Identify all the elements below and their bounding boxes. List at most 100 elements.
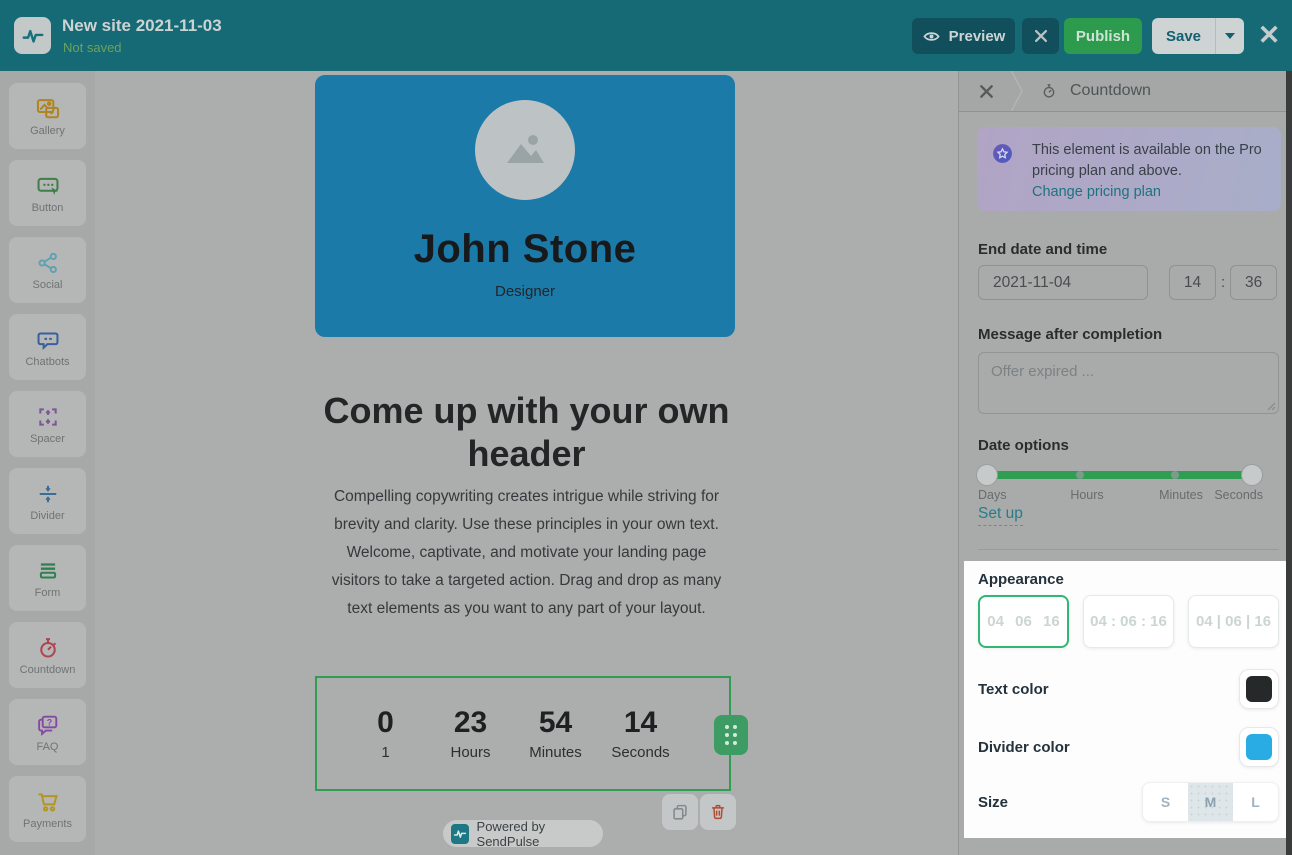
cart-icon bbox=[38, 792, 58, 812]
sidebar-item-payments[interactable]: Payments bbox=[9, 776, 86, 842]
countdown-value: 54 bbox=[538, 706, 573, 739]
sidebar-item-label: Chatbots bbox=[25, 355, 70, 368]
countdown-unit-minutes: 54 Minutes bbox=[513, 706, 598, 761]
preview-button[interactable]: Preview bbox=[912, 18, 1015, 54]
date-options-label: Date options bbox=[978, 437, 1069, 454]
size-row: Size S M L bbox=[978, 782, 1279, 822]
slider-step-minutes bbox=[1171, 471, 1179, 479]
countdown-value: 23 bbox=[453, 706, 488, 739]
elements-sidebar: Gallery Button Social Chatbots Spacer Di… bbox=[0, 71, 95, 855]
sidebar-item-label: Countdown bbox=[19, 663, 76, 676]
countdown-unit-days: 0 1 bbox=[343, 706, 428, 761]
countdown-unit-hours: 23 Hours bbox=[428, 706, 513, 761]
sidebar-item-label: Payments bbox=[23, 817, 72, 830]
slider-track[interactable] bbox=[978, 471, 1263, 479]
countdown-style-options: 04 06 16 04 : 06 : 16 04 | 06 | 16 bbox=[978, 595, 1279, 648]
top-header-bar: New site 2021-11-03 Not saved Preview Pu… bbox=[0, 0, 1292, 71]
sidebar-item-gallery[interactable]: Gallery bbox=[9, 83, 86, 149]
notice-text: This element is available on the Pro pri… bbox=[1032, 142, 1262, 179]
divider-icon bbox=[39, 485, 56, 502]
sidebar-item-countdown[interactable]: Countdown bbox=[9, 622, 86, 688]
copy-icon bbox=[673, 804, 687, 820]
style-option-bars[interactable]: 04 | 06 | 16 bbox=[1188, 595, 1279, 648]
size-option-s[interactable]: S bbox=[1143, 783, 1188, 821]
profile-card-block[interactable]: John Stone Designer bbox=[315, 75, 735, 337]
profile-name: John Stone bbox=[413, 227, 637, 271]
style-option-colons[interactable]: 04 : 06 : 16 bbox=[1083, 595, 1174, 648]
size-segmented-control: S M L bbox=[1142, 782, 1279, 822]
sidebar-item-label: Divider bbox=[30, 509, 65, 522]
canvas-paragraph[interactable]: Compelling copywriting creates intrigue … bbox=[95, 483, 958, 623]
change-pricing-plan-link[interactable]: Change pricing plan bbox=[1032, 184, 1161, 200]
settings-panel: Countdown This element is available on t… bbox=[958, 71, 1286, 855]
publish-button[interactable]: Publish bbox=[1064, 18, 1142, 54]
trash-icon bbox=[712, 804, 724, 820]
divider-color-row: Divider color bbox=[978, 727, 1279, 767]
powered-by-label: Powered by SendPulse bbox=[476, 818, 546, 849]
app-logo[interactable] bbox=[14, 17, 51, 54]
message-label: Message after completion bbox=[978, 326, 1163, 343]
stopwatch-icon bbox=[1040, 82, 1058, 100]
tick-minutes: Minutes bbox=[1159, 488, 1203, 502]
form-icon bbox=[39, 562, 56, 579]
save-button[interactable]: Save bbox=[1152, 18, 1244, 54]
site-title: New site 2021-11-03 bbox=[62, 16, 222, 35]
powered-by-badge[interactable]: Powered by SendPulse bbox=[443, 818, 603, 849]
text-color-row: Text color bbox=[978, 669, 1279, 709]
drag-dots-icon bbox=[725, 725, 737, 745]
avatar[interactable] bbox=[475, 100, 575, 200]
countdown-unit-label: 1 bbox=[381, 744, 390, 761]
end-date-row: : bbox=[978, 265, 1278, 300]
divider-color-swatch bbox=[1246, 734, 1272, 760]
sidebar-item-form[interactable]: Form bbox=[9, 545, 86, 611]
duplicate-element-button[interactable] bbox=[662, 794, 698, 830]
design-tools-button[interactable] bbox=[1022, 18, 1059, 54]
end-hour-input[interactable] bbox=[1169, 265, 1216, 300]
resize-grip-icon[interactable] bbox=[1267, 402, 1276, 411]
panel-scrollbar[interactable] bbox=[1286, 71, 1292, 855]
countdown-element-selected[interactable]: 0 1 23 Hours 54 Minutes 14 Seconds bbox=[315, 676, 731, 791]
sidebar-item-label: Social bbox=[32, 278, 63, 291]
pro-plan-notice: This element is available on the Pro pri… bbox=[977, 127, 1281, 211]
element-drag-handle[interactable] bbox=[714, 715, 748, 755]
style-option-plain-selected[interactable]: 04 06 16 bbox=[978, 595, 1069, 648]
end-date-input[interactable] bbox=[978, 265, 1148, 300]
set-up-link[interactable]: Set up bbox=[978, 505, 1023, 526]
divider-color-picker[interactable] bbox=[1239, 727, 1279, 767]
save-status: Not saved bbox=[63, 40, 122, 55]
publish-label: Publish bbox=[1075, 27, 1131, 45]
panel-title: Countdown bbox=[1070, 82, 1151, 99]
text-color-picker[interactable] bbox=[1239, 669, 1279, 709]
slider-handle-left[interactable] bbox=[976, 464, 998, 486]
sidebar-item-label: Form bbox=[34, 586, 61, 599]
countdown-value: 14 bbox=[623, 706, 658, 739]
design-tools-breadcrumb-button[interactable] bbox=[977, 82, 996, 101]
save-dropdown-button[interactable] bbox=[1215, 18, 1244, 54]
close-icon: ✕ bbox=[1257, 19, 1281, 50]
sidebar-item-social[interactable]: Social bbox=[9, 237, 86, 303]
message-textarea[interactable] bbox=[978, 352, 1279, 414]
sidebar-item-spacer[interactable]: Spacer bbox=[9, 391, 86, 457]
sidebar-item-button[interactable]: Button bbox=[9, 160, 86, 226]
divider-color-label: Divider color bbox=[978, 738, 1070, 756]
slider-handle-right[interactable] bbox=[1241, 464, 1263, 486]
pulse-logo-icon bbox=[22, 29, 43, 43]
social-share-icon bbox=[37, 252, 57, 273]
time-separator: : bbox=[1221, 274, 1226, 291]
size-option-m-selected[interactable]: M bbox=[1188, 783, 1233, 821]
countdown-unit-label: Minutes bbox=[529, 744, 582, 761]
close-button[interactable]: ✕ bbox=[1254, 17, 1284, 53]
sidebar-item-chatbots[interactable]: Chatbots bbox=[9, 314, 86, 380]
section-divider bbox=[978, 549, 1279, 550]
editor-canvas: John Stone Designer Come up with your ow… bbox=[95, 71, 958, 855]
sidebar-item-divider[interactable]: Divider bbox=[9, 468, 86, 534]
delete-element-button[interactable] bbox=[700, 794, 736, 830]
end-minute-input[interactable] bbox=[1230, 265, 1278, 300]
canvas-heading[interactable]: Come up with your own header bbox=[95, 389, 958, 475]
chat-bubble-icon bbox=[37, 331, 58, 350]
sidebar-item-faq[interactable]: ? FAQ bbox=[9, 699, 86, 765]
size-option-l[interactable]: L bbox=[1233, 783, 1278, 821]
faq-icon: ? bbox=[37, 715, 57, 736]
pro-star-icon bbox=[991, 142, 1014, 165]
sendpulse-logo-icon bbox=[451, 823, 469, 844]
